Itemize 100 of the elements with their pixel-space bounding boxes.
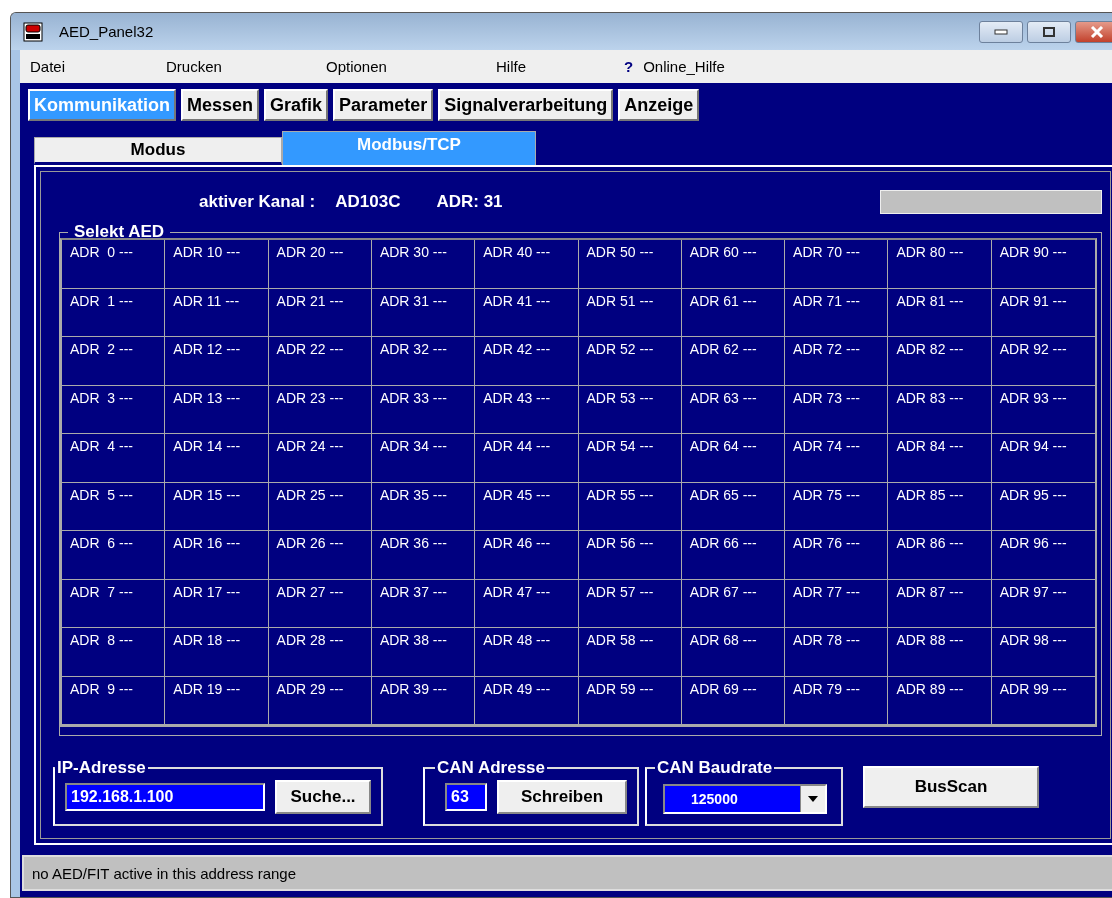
address-cell[interactable]: ADR 9 --- <box>62 676 166 725</box>
address-cell[interactable]: ADR 85 --- <box>888 482 992 531</box>
address-cell[interactable]: ADR 48 --- <box>475 628 579 677</box>
address-cell[interactable]: ADR 71 --- <box>785 288 889 337</box>
address-cell[interactable]: ADR 56 --- <box>578 531 682 580</box>
address-cell[interactable]: ADR 47 --- <box>475 579 579 628</box>
address-cell[interactable]: ADR 95 --- <box>991 482 1095 531</box>
address-cell[interactable]: ADR 46 --- <box>475 531 579 580</box>
address-cell[interactable]: ADR 34 --- <box>371 434 476 483</box>
main-tab[interactable]: Signalverarbeitung <box>438 89 614 121</box>
address-cell[interactable]: ADR 79 --- <box>785 676 889 725</box>
address-cell[interactable]: ADR 1 --- <box>62 288 166 337</box>
address-cell[interactable]: ADR 97 --- <box>991 579 1095 628</box>
address-cell[interactable]: ADR 20 --- <box>268 240 372 289</box>
sub-tab[interactable]: Modus <box>34 137 282 165</box>
address-cell[interactable]: ADR 96 --- <box>991 531 1095 580</box>
address-cell[interactable]: ADR 66 --- <box>681 531 786 580</box>
main-tab[interactable]: Messen <box>181 89 260 121</box>
address-cell[interactable]: ADR 31 --- <box>371 288 476 337</box>
address-cell[interactable]: ADR 22 --- <box>268 337 372 386</box>
main-tab[interactable]: Parameter <box>333 89 434 121</box>
address-cell[interactable]: ADR 37 --- <box>371 579 476 628</box>
address-cell[interactable]: ADR 3 --- <box>62 385 166 434</box>
write-button[interactable]: Schreiben <box>497 780 627 814</box>
address-cell[interactable]: ADR 38 --- <box>371 628 476 677</box>
menu-item[interactable]: Datei <box>20 58 156 76</box>
address-cell[interactable]: ADR 14 --- <box>165 434 269 483</box>
address-cell[interactable]: ADR 75 --- <box>785 482 889 531</box>
address-cell[interactable]: ADR 78 --- <box>785 628 889 677</box>
address-cell[interactable]: ADR 64 --- <box>681 434 786 483</box>
address-cell[interactable]: ADR 76 --- <box>785 531 889 580</box>
address-cell[interactable]: ADR 77 --- <box>785 579 889 628</box>
address-cell[interactable]: ADR 93 --- <box>991 385 1095 434</box>
search-button[interactable]: Suche... <box>275 780 371 814</box>
address-cell[interactable]: ADR 2 --- <box>62 337 166 386</box>
address-cell[interactable]: ADR 33 --- <box>371 385 476 434</box>
address-cell[interactable]: ADR 8 --- <box>62 628 166 677</box>
address-cell[interactable]: ADR 99 --- <box>991 676 1095 725</box>
address-cell[interactable]: ADR 11 --- <box>165 288 269 337</box>
address-cell[interactable]: ADR 5 --- <box>62 482 166 531</box>
address-cell[interactable]: ADR 27 --- <box>268 579 372 628</box>
address-cell[interactable]: ADR 35 --- <box>371 482 476 531</box>
address-cell[interactable]: ADR 32 --- <box>371 337 476 386</box>
address-cell[interactable]: ADR 26 --- <box>268 531 372 580</box>
address-cell[interactable]: ADR 84 --- <box>888 434 992 483</box>
address-cell[interactable]: ADR 90 --- <box>991 240 1095 289</box>
address-cell[interactable]: ADR 10 --- <box>165 240 269 289</box>
address-cell[interactable]: ADR 25 --- <box>268 482 372 531</box>
address-cell[interactable]: ADR 7 --- <box>62 579 166 628</box>
address-cell[interactable]: ADR 55 --- <box>578 482 682 531</box>
address-cell[interactable]: ADR 19 --- <box>165 676 269 725</box>
address-cell[interactable]: ADR 0 --- <box>62 240 166 289</box>
address-cell[interactable]: ADR 70 --- <box>785 240 889 289</box>
address-cell[interactable]: ADR 36 --- <box>371 531 476 580</box>
address-cell[interactable]: ADR 42 --- <box>475 337 579 386</box>
address-cell[interactable]: ADR 62 --- <box>681 337 786 386</box>
maximize-button[interactable] <box>1027 20 1071 43</box>
address-cell[interactable]: ADR 39 --- <box>371 676 476 725</box>
address-cell[interactable]: ADR 92 --- <box>991 337 1095 386</box>
address-cell[interactable]: ADR 83 --- <box>888 385 992 434</box>
address-cell[interactable]: ADR 18 --- <box>165 628 269 677</box>
address-cell[interactable]: ADR 51 --- <box>578 288 682 337</box>
address-cell[interactable]: ADR 6 --- <box>62 531 166 580</box>
address-cell[interactable]: ADR 87 --- <box>888 579 992 628</box>
address-cell[interactable]: ADR 74 --- <box>785 434 889 483</box>
address-cell[interactable]: ADR 63 --- <box>681 385 786 434</box>
address-cell[interactable]: ADR 88 --- <box>888 628 992 677</box>
address-cell[interactable]: ADR 98 --- <box>991 628 1095 677</box>
address-cell[interactable]: ADR 91 --- <box>991 288 1095 337</box>
address-cell[interactable]: ADR 24 --- <box>268 434 372 483</box>
address-cell[interactable]: ADR 60 --- <box>681 240 786 289</box>
address-cell[interactable]: ADR 57 --- <box>578 579 682 628</box>
address-cell[interactable]: ADR 44 --- <box>475 434 579 483</box>
address-cell[interactable]: ADR 89 --- <box>888 676 992 725</box>
close-button[interactable] <box>1075 20 1112 43</box>
main-tab[interactable]: Grafik <box>264 89 329 121</box>
address-cell[interactable]: ADR 65 --- <box>681 482 786 531</box>
address-cell[interactable]: ADR 67 --- <box>681 579 786 628</box>
address-cell[interactable]: ADR 4 --- <box>62 434 166 483</box>
address-cell[interactable]: ADR 41 --- <box>475 288 579 337</box>
address-cell[interactable]: ADR 50 --- <box>578 240 682 289</box>
address-cell[interactable]: ADR 21 --- <box>268 288 372 337</box>
address-cell[interactable]: ADR 52 --- <box>578 337 682 386</box>
address-cell[interactable]: ADR 54 --- <box>578 434 682 483</box>
address-cell[interactable]: ADR 29 --- <box>268 676 372 725</box>
can-address-field[interactable]: 63 <box>445 783 487 811</box>
address-cell[interactable]: ADR 69 --- <box>681 676 786 725</box>
address-cell[interactable]: ADR 30 --- <box>371 240 476 289</box>
address-cell[interactable]: ADR 15 --- <box>165 482 269 531</box>
address-cell[interactable]: ADR 13 --- <box>165 385 269 434</box>
address-cell[interactable]: ADR 12 --- <box>165 337 269 386</box>
address-cell[interactable]: ADR 86 --- <box>888 531 992 580</box>
address-cell[interactable]: ADR 53 --- <box>578 385 682 434</box>
address-cell[interactable]: ADR 72 --- <box>785 337 889 386</box>
busscan-button[interactable]: BusScan <box>863 766 1039 808</box>
baudrate-dropdown[interactable]: 125000 <box>663 784 827 814</box>
menu-item[interactable]: Online_Hilfe <box>643 58 804 76</box>
address-cell[interactable]: ADR 81 --- <box>888 288 992 337</box>
address-cell[interactable]: ADR 17 --- <box>165 579 269 628</box>
address-cell[interactable]: ADR 23 --- <box>268 385 372 434</box>
